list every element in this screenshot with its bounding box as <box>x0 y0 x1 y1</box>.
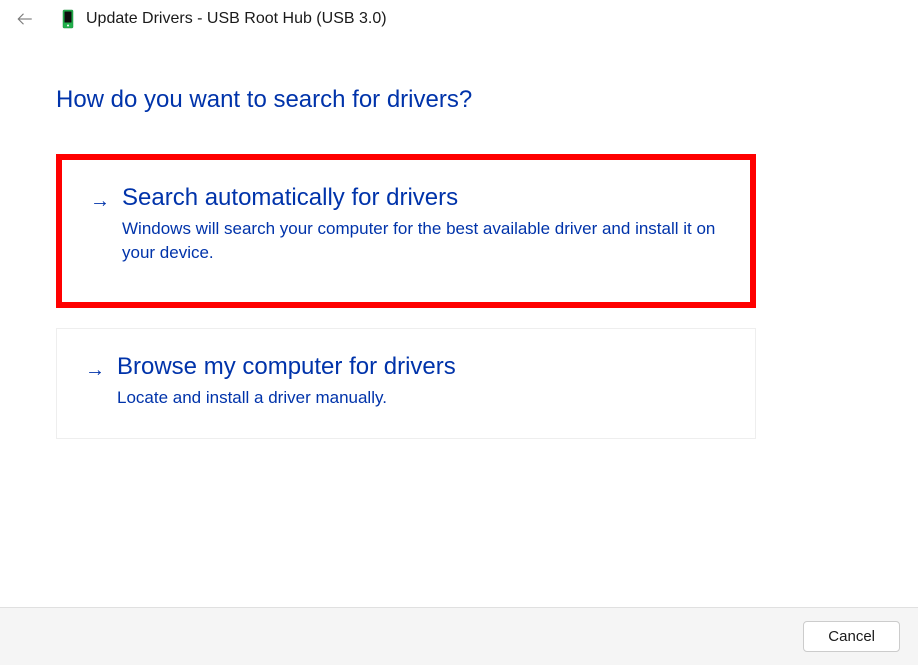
option-description: Windows will search your computer for th… <box>122 217 722 265</box>
prompt-heading: How do you want to search for drivers? <box>56 86 760 114</box>
window-title: Update Drivers - USB Root Hub (USB 3.0) <box>86 10 387 28</box>
arrow-right-icon: → <box>90 190 110 213</box>
content-area: How do you want to search for drivers? →… <box>0 38 760 439</box>
back-button[interactable] <box>14 8 36 30</box>
arrow-left-icon <box>16 10 34 28</box>
option-text: Browse my computer for drivers Locate an… <box>117 353 727 410</box>
device-icon <box>60 8 76 30</box>
option-title: Browse my computer for drivers <box>117 353 727 382</box>
option-search-automatic[interactable]: → Search automatically for drivers Windo… <box>56 154 756 308</box>
option-title: Search automatically for drivers <box>122 184 722 213</box>
cancel-button[interactable]: Cancel <box>803 621 900 652</box>
option-browse-manual[interactable]: → Browse my computer for drivers Locate … <box>56 328 756 439</box>
title-row: Update Drivers - USB Root Hub (USB 3.0) <box>60 8 387 30</box>
option-text: Search automatically for drivers Windows… <box>122 184 722 264</box>
option-description: Locate and install a driver manually. <box>117 386 727 410</box>
dialog-header: Update Drivers - USB Root Hub (USB 3.0) <box>0 0 918 38</box>
arrow-right-icon: → <box>85 359 105 382</box>
dialog-footer: Cancel <box>0 607 918 665</box>
